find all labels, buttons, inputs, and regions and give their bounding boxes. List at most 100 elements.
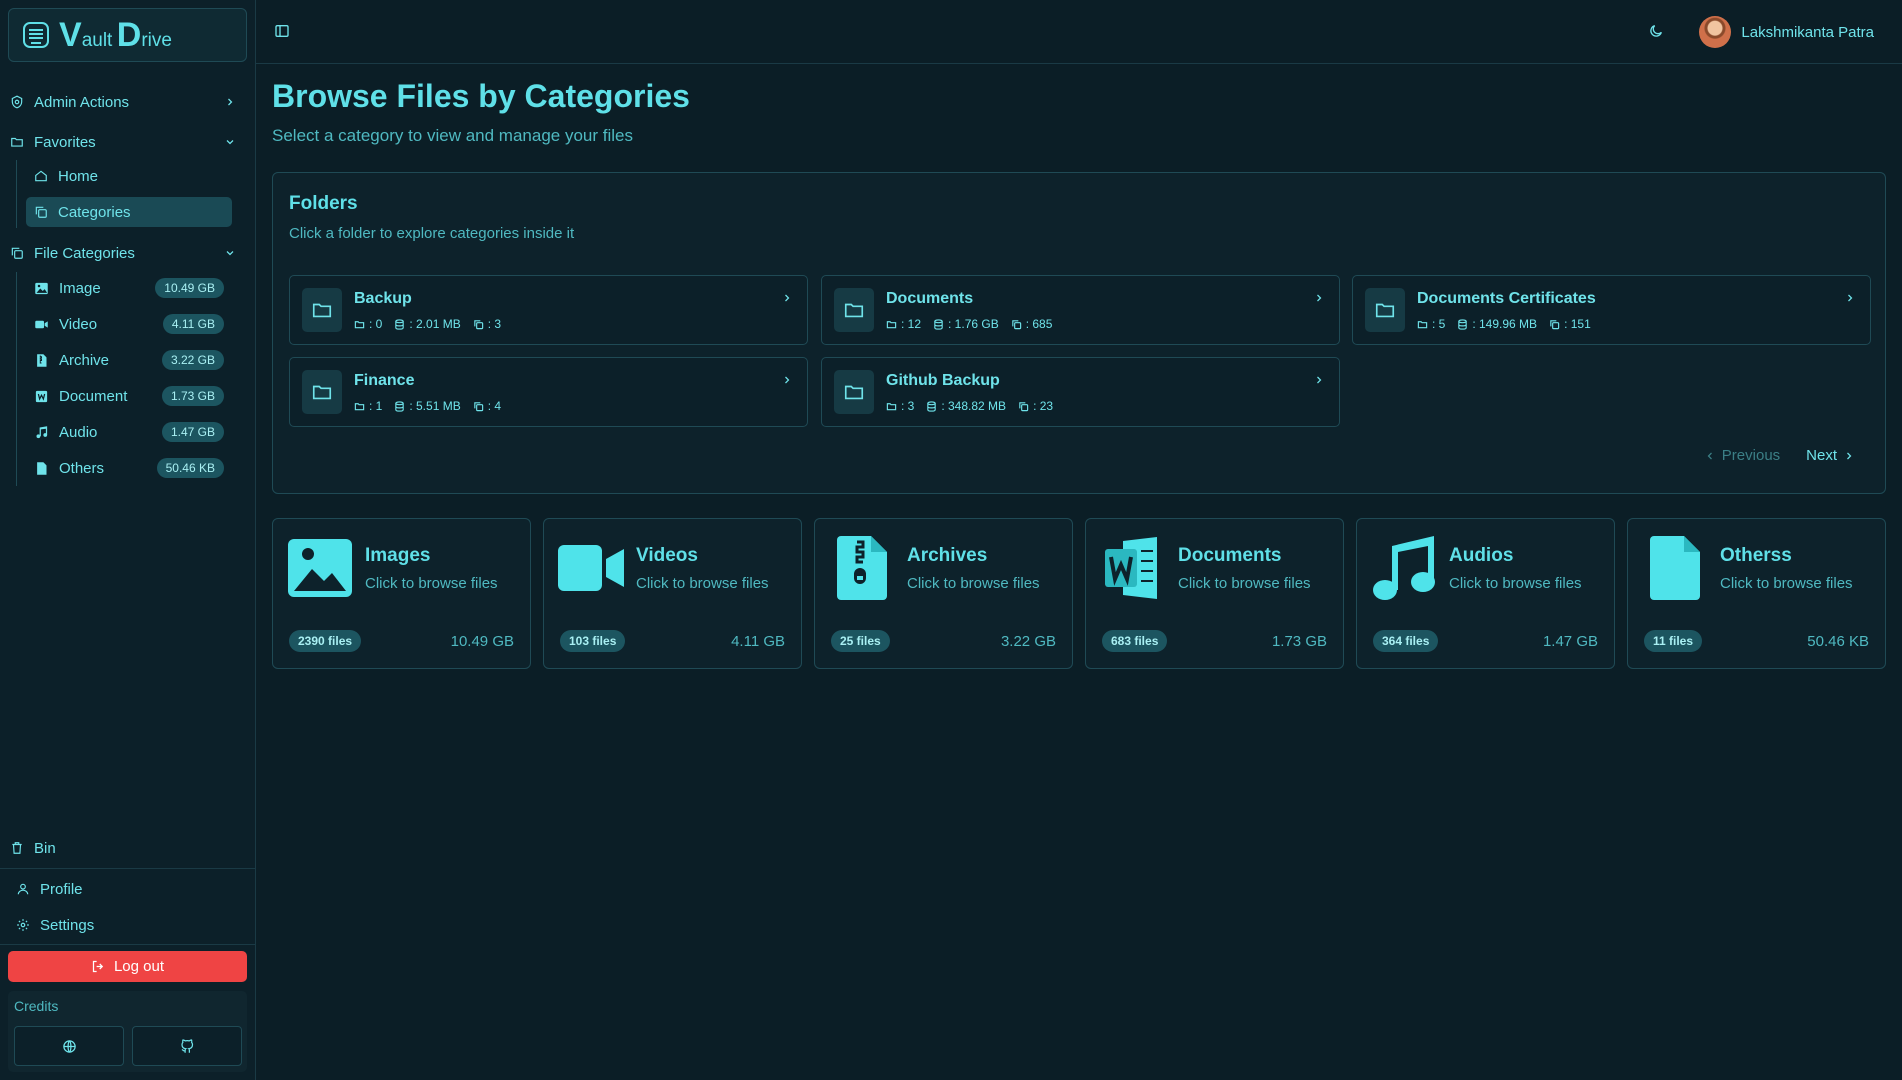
sidebar-item-others[interactable]: Others 50.46 KB [26, 453, 232, 483]
database-icon [394, 400, 405, 412]
sidebar-item-label: Audio [59, 423, 98, 441]
brand-logo[interactable]: Vault Drive [8, 8, 247, 62]
size-badge: 1.73 GB [161, 386, 224, 406]
folder-meta: : 1 : 5.51 MB : 4 [354, 399, 501, 413]
chevron-right-icon [781, 292, 793, 304]
folder-card-github-backup[interactable]: Github Backup : 3 : 348.82 MB : 23 [821, 357, 1340, 427]
sidebar-favorites-label: Favorites [34, 133, 96, 151]
folders-title: Folders [289, 193, 358, 214]
folder-card-backup[interactable]: Backup : 0 : 2.01 MB : 3 [289, 275, 808, 345]
folder-count-icon [354, 401, 365, 412]
previous-page-button[interactable]: Previous [1704, 447, 1780, 464]
logout-button[interactable]: Log out [8, 951, 247, 982]
sidebar-item-audio[interactable]: Audio 1.47 GB [26, 417, 232, 447]
size-badge: 10.49 GB [155, 278, 224, 298]
files-icon [473, 401, 484, 412]
previous-label: Previous [1721, 447, 1781, 464]
chevron-right-icon [224, 96, 236, 108]
size-badge: 4.11 GB [162, 314, 224, 334]
next-page-button[interactable]: Next [1806, 447, 1855, 464]
user-menu[interactable]: Lakshmikanta Patra [1699, 16, 1874, 48]
file-count-badge: 25 files [831, 630, 890, 652]
word-document-icon [1100, 535, 1166, 601]
folder-count-icon [886, 319, 897, 330]
category-card-others[interactable]: Otherss Click to browse files 11 files 5… [1627, 518, 1886, 669]
chevron-right-icon [1313, 292, 1325, 304]
music-icon [34, 425, 49, 440]
file-count-badge: 683 files [1102, 630, 1168, 652]
website-button[interactable] [14, 1026, 124, 1066]
chevron-right-icon [781, 374, 793, 386]
sidebar-item-label: Video [59, 315, 98, 333]
sidebar-bin[interactable]: Bin [10, 836, 246, 860]
file-icon [1642, 535, 1708, 601]
category-size: 3.22 GB [1000, 633, 1056, 650]
sidebar-settings[interactable]: Settings [16, 913, 252, 937]
folder-card-documents-certificates[interactable]: Documents Certificates : 5 : 149.96 MB :… [1352, 275, 1871, 345]
credits-label: Credits [14, 998, 59, 1014]
archive-icon [34, 353, 49, 368]
category-subtitle: Click to browse files [1449, 575, 1582, 592]
sidebar-favorites-toggle[interactable]: Favorites [10, 130, 246, 154]
chevron-left-icon [1704, 450, 1716, 462]
category-card-documents[interactable]: Documents Click to browse files 683 file… [1085, 518, 1344, 669]
category-card-images[interactable]: Images Click to browse files 2390 files … [272, 518, 531, 669]
top-header: Lakshmikanta Patra [256, 0, 1902, 64]
sidebar-divider [0, 868, 256, 869]
folder-file-count: : 4 [487, 399, 502, 413]
sidebar-item-label: Archive [59, 351, 110, 369]
category-card-audios[interactable]: Audios Click to browse files 364 files 1… [1356, 518, 1615, 669]
word-document-icon [34, 389, 49, 404]
sidebar-admin-actions[interactable]: Admin Actions [10, 90, 246, 114]
globe-icon [62, 1039, 77, 1054]
folder-card-documents[interactable]: Documents : 12 : 1.76 GB : 685 [821, 275, 1340, 345]
folder-icon [834, 370, 874, 414]
page-title: Browse Files by Categories [272, 78, 690, 114]
sidebar-item-label: Document [59, 387, 128, 405]
folder-meta: : 12 : 1.76 GB : 685 [886, 317, 1052, 331]
user-icon [16, 882, 30, 896]
sidebar-item-video[interactable]: Video 4.11 GB [26, 309, 232, 339]
vault-logo-icon [21, 20, 51, 50]
folder-subfolder-count: : 1 [369, 399, 383, 413]
sidebar-item-home[interactable]: Home [26, 161, 232, 191]
sidebar-item-categories[interactable]: Categories [26, 197, 232, 227]
category-card-videos[interactable]: Videos Click to browse files 103 files 4… [543, 518, 802, 669]
files-icon [473, 319, 484, 330]
file-count-badge: 2390 files [289, 630, 362, 652]
folder-file-count: : 685 [1025, 317, 1053, 331]
files-icon [1018, 401, 1029, 412]
category-card-archives[interactable]: Archives Click to browse files 25 files … [814, 518, 1073, 669]
favorites-tree-line [16, 160, 17, 228]
category-title: Archives [907, 545, 988, 566]
folder-icon [302, 370, 342, 414]
folder-name: Github Backup [886, 372, 1000, 389]
archive-icon [829, 535, 895, 601]
folders-panel: Folders Click a folder to explore catego… [272, 172, 1886, 494]
credits-panel: Credits [8, 991, 247, 1072]
size-badge: 1.47 GB [161, 422, 224, 442]
size-badge: 50.46 KB [156, 458, 224, 478]
image-icon [34, 281, 49, 296]
folder-name: Backup [354, 290, 412, 307]
sidebar-file-categories-toggle[interactable]: File Categories [10, 241, 246, 265]
folder-card-finance[interactable]: Finance : 1 : 5.51 MB : 4 [289, 357, 808, 427]
sidebar-toggle-icon[interactable] [274, 23, 290, 39]
category-title: Videos [636, 545, 698, 566]
avatar [1699, 16, 1732, 48]
folder-file-count: : 23 [1033, 399, 1054, 413]
sidebar-item-archive[interactable]: Archive 3.22 GB [26, 345, 232, 375]
folders-pagination: Previous Next [1704, 447, 1855, 464]
folder-subfolder-count: : 3 [901, 399, 915, 413]
next-label: Next [1806, 447, 1837, 464]
folder-meta: : 0 : 2.01 MB : 3 [354, 317, 501, 331]
sidebar-item-document[interactable]: Document 1.73 GB [26, 381, 232, 411]
github-button[interactable] [132, 1026, 242, 1066]
shield-cog-icon [10, 95, 24, 109]
sidebar-item-image[interactable]: Image 10.49 GB [26, 273, 232, 303]
sidebar-admin-actions-label: Admin Actions [34, 93, 130, 111]
sidebar-profile[interactable]: Profile [16, 877, 252, 901]
moon-icon[interactable] [1648, 23, 1664, 39]
folder-count-icon [886, 401, 897, 412]
video-icon [34, 317, 49, 332]
